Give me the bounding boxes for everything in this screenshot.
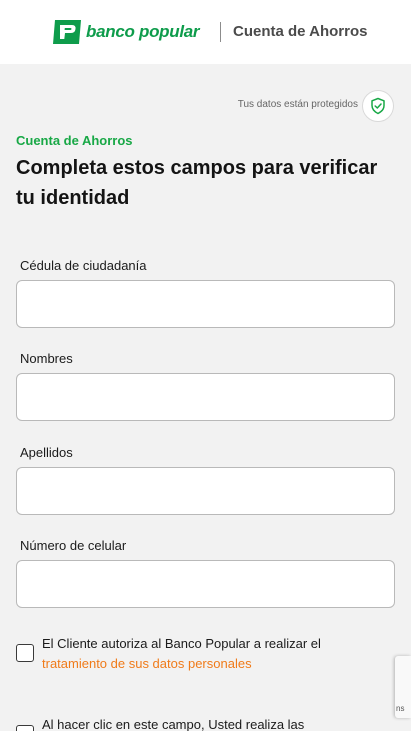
data-treatment-link[interactable]: tratamiento de sus datos personales [42, 656, 252, 671]
section-kicker: Cuenta de Ahorros [16, 133, 133, 148]
security-badge [362, 90, 394, 122]
data-treatment-consent: El Cliente autoriza al Banco Popular a r… [42, 634, 372, 674]
terms-consent: Al hacer clic en este campo, Usted reali… [42, 715, 372, 731]
mobile-number-input[interactable] [16, 560, 395, 608]
first-names-input[interactable] [16, 373, 395, 421]
brand-logo[interactable]: banco popular [52, 19, 200, 45]
recaptcha-badge[interactable]: ns [395, 656, 411, 718]
banco-popular-logo-icon [53, 20, 81, 44]
header-product-title: Cuenta de Ahorros [233, 23, 368, 40]
first-names-label: Nombres [20, 351, 73, 366]
recaptcha-text: ns [396, 704, 405, 713]
id-number-input[interactable] [16, 280, 395, 328]
mobile-number-label: Número de celular [20, 538, 127, 553]
data-treatment-checkbox[interactable] [16, 644, 34, 662]
app-header: banco popular Cuenta de Ahorros [0, 0, 411, 64]
terms-checkbox[interactable] [16, 725, 34, 731]
header-divider [220, 22, 221, 42]
brand-name: banco popular [86, 22, 200, 41]
terms-text: Al hacer clic en este campo, Usted reali… [42, 717, 305, 731]
data-treatment-text: El Cliente autoriza al Banco Popular a r… [42, 636, 321, 651]
data-protected-label: Tus datos están protegidos [237, 99, 358, 110]
shield-check-icon [371, 97, 385, 115]
last-names-input[interactable] [16, 467, 395, 515]
id-number-label: Cédula de ciudadanía [20, 258, 147, 273]
page-title: Completa estos campos para verificar tu … [16, 157, 378, 209]
last-names-label: Apellidos [20, 445, 73, 460]
